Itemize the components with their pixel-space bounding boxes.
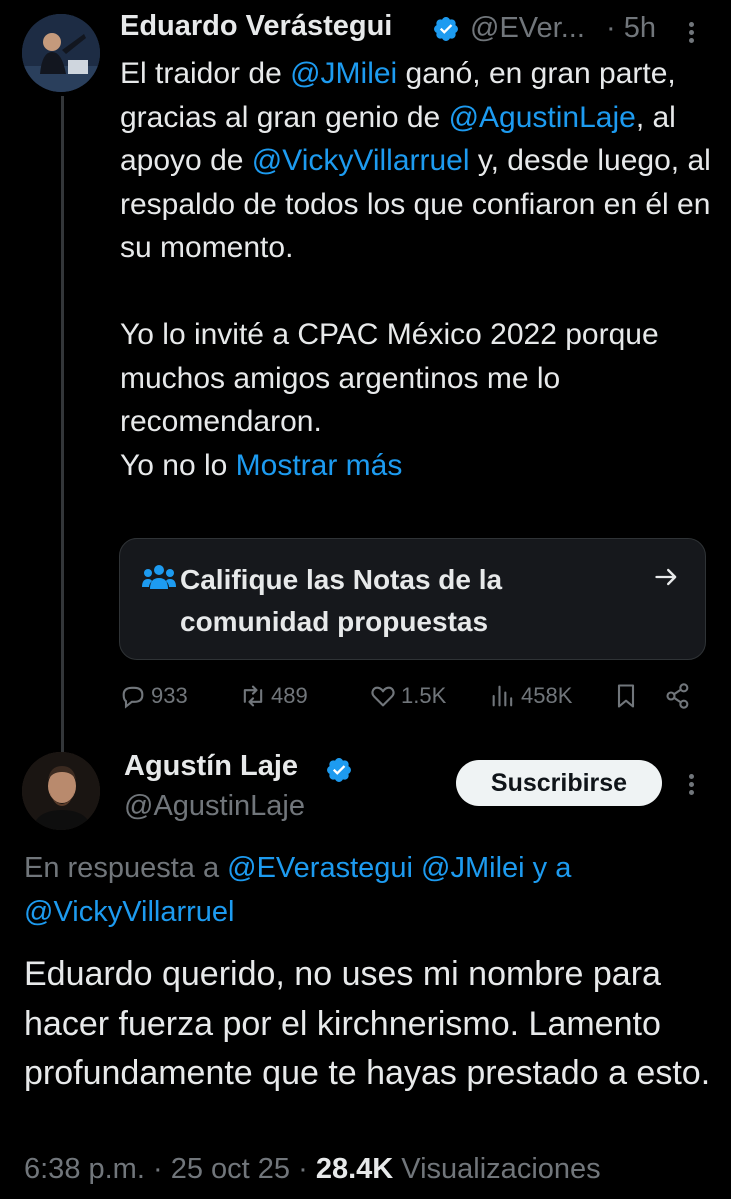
author-name[interactable]: Eduardo Verástegui (120, 10, 392, 43)
tweet-text: Eduardo querido, no uses mi nombre para … (24, 955, 711, 1092)
avatar[interactable] (22, 14, 100, 92)
author-handle[interactable]: @AgustinLaje (124, 790, 305, 823)
like-count: 1.5K (401, 683, 447, 708)
avatar-image (22, 752, 100, 830)
mention-link[interactable]: @JMilei (290, 57, 397, 90)
show-more-link[interactable]: Mostrar más (236, 449, 403, 482)
community-notes-card[interactable]: Califique las Notas de la comunidad prop… (119, 538, 706, 660)
verified-badge-icon[interactable] (325, 756, 353, 784)
views-label: Visualizaciones (401, 1153, 601, 1185)
text-segment: Yo no lo (120, 448, 236, 482)
avatar-image (22, 14, 100, 92)
reply-icon (122, 686, 144, 709)
repost-icon (243, 685, 263, 707)
share-button[interactable] (664, 676, 696, 716)
views-count: 458K (521, 683, 573, 708)
mention-link[interactable]: @EVerastegui (227, 852, 413, 884)
thread-connector-line (61, 96, 64, 756)
tweet-actions-bar: 933 489 1.5K 458K (119, 676, 709, 716)
people-icon (142, 565, 176, 589)
reply-button[interactable]: 933 (119, 676, 188, 716)
separator: · (298, 1153, 308, 1185)
text-segment: Yo lo invité a CPAC México 2022 porque m… (120, 318, 659, 438)
more-options-icon[interactable] (686, 18, 696, 48)
arrow-right-icon (655, 568, 677, 586)
reply-count: 933 (151, 683, 188, 708)
views-button[interactable]: 458K (489, 676, 572, 716)
more-options-icon[interactable] (686, 770, 696, 800)
author-name[interactable]: Agustín Laje (124, 750, 298, 783)
tweet-date[interactable]: 25 oct 25 (171, 1153, 290, 1185)
tweet-time[interactable]: 6:38 p.m. (24, 1153, 145, 1185)
subscribe-button[interactable]: Suscribirse (456, 760, 662, 806)
mention-link[interactable]: @VickyVillarruel (24, 896, 235, 928)
bookmark-icon (617, 684, 635, 708)
verified-badge-icon[interactable] (432, 15, 460, 43)
tweet-timestamp[interactable]: · 5h (606, 12, 656, 45)
share-icon (666, 683, 689, 709)
repost-count: 489 (271, 683, 308, 708)
author-handle[interactable]: @EVer... (470, 12, 585, 45)
views-chart-icon (492, 685, 513, 707)
mention-link[interactable]: @AgustinLaje (449, 101, 636, 134)
reply-prefix: En respuesta a (24, 852, 228, 884)
separator: · (152, 1153, 163, 1185)
reply-others-link[interactable]: y a (533, 852, 572, 884)
heart-icon (371, 686, 395, 707)
tweet-header: Eduardo Verástegui @EVer... · 5h (120, 10, 720, 50)
text-segment: El traidor de (120, 57, 291, 90)
tweet-text: El traidor de @JMilei ganó, en gran part… (120, 52, 720, 487)
tweet-meta: 6:38 p.m. · 25 oct 25 · 28.4K Visualizac… (24, 1153, 724, 1186)
community-notes-label: Califique las Notas de la comunidad prop… (180, 564, 503, 637)
repost-button[interactable]: 489 (239, 676, 308, 716)
mention-link[interactable]: @JMilei (421, 852, 525, 884)
reply-context: En respuesta a @EVerastegui @JMilei y a @… (24, 846, 714, 934)
views-count: 28.4K (315, 1153, 394, 1185)
bookmark-button[interactable] (612, 676, 644, 716)
avatar[interactable] (22, 752, 100, 830)
mention-link[interactable]: @VickyVillarruel (252, 144, 470, 177)
like-button[interactable]: 1.5K (369, 676, 446, 716)
